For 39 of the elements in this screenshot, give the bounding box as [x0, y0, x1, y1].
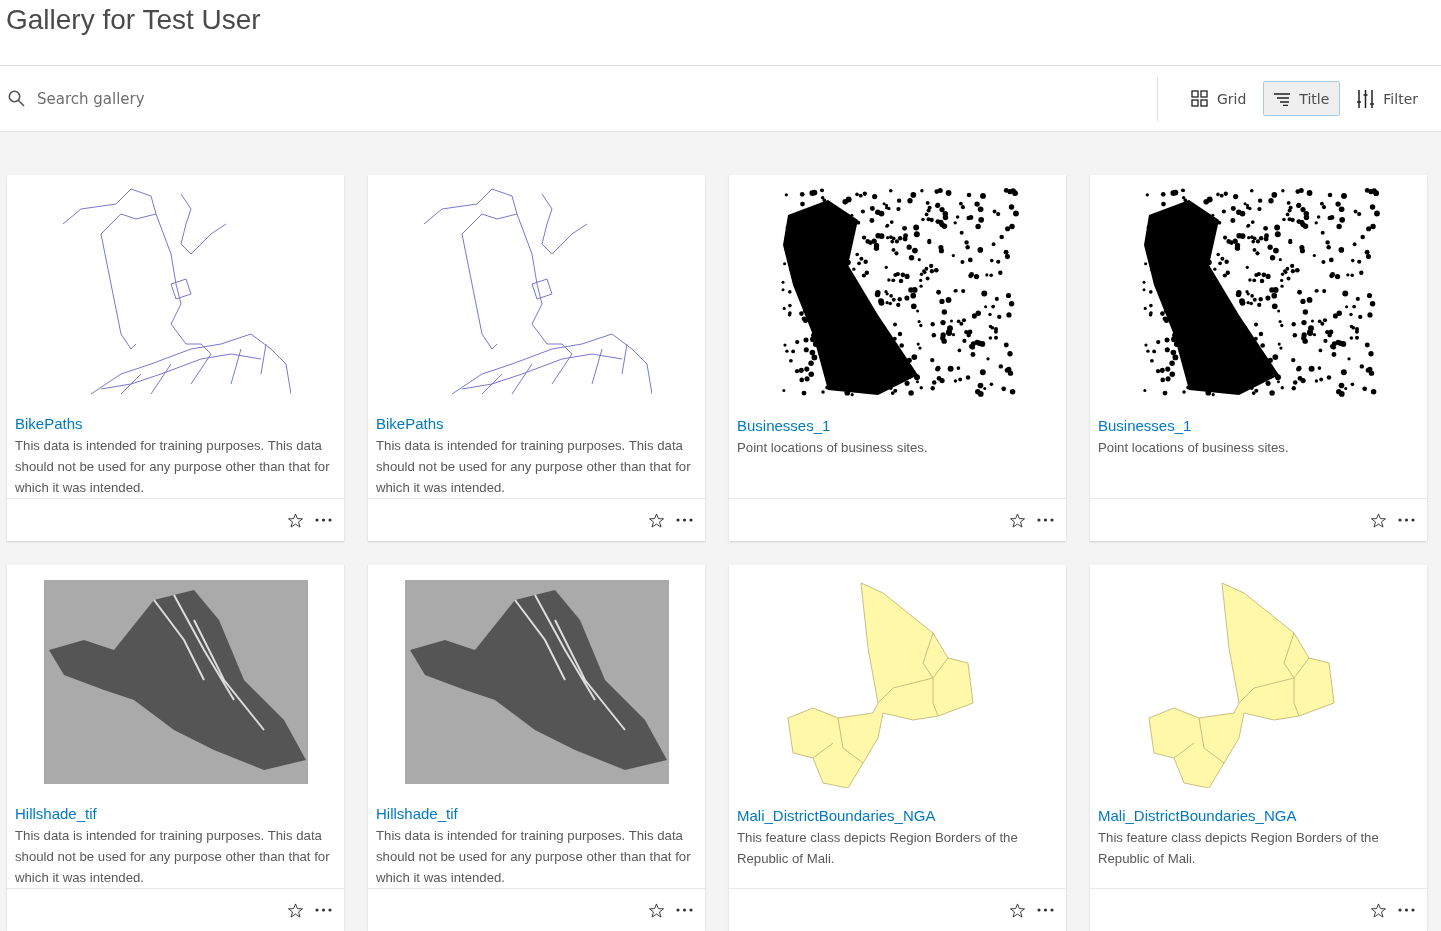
item-title-link[interactable]: BikePaths [376, 415, 444, 433]
more-options-button[interactable] [313, 516, 334, 525]
search-icon [8, 90, 25, 107]
item-description: This feature class depicts Region Borders of the Republic of Mali. [1098, 829, 1380, 868]
item-title-link[interactable]: Hillshade_tif [15, 805, 97, 823]
item-title-link[interactable]: Businesses_1 [1098, 417, 1192, 434]
item-title-link[interactable]: Mali_DistrictBoundaries_NGA [1098, 807, 1297, 824]
favorite-star-button[interactable] [1008, 510, 1027, 530]
item-title-link[interactable]: Businesses_1 [737, 417, 831, 434]
item-description: This data is intended for training purposes. This data should not be used for any purpose other than that for which it was intended. [376, 827, 692, 888]
grid-icon [1190, 90, 1208, 107]
favorite-star-button[interactable] [286, 510, 305, 530]
item-description: This data is intended for training purposes. This data should not be used for any purpose other than that for which it was intended. [376, 437, 692, 498]
item-title-link[interactable]: Mali_DistrictBoundaries_NGA [737, 807, 936, 824]
sort-icon [1274, 91, 1291, 106]
page-title: Gallery for Test User [5, 3, 261, 37]
more-options-button[interactable] [1396, 906, 1417, 914]
favorite-star-button[interactable] [1369, 900, 1388, 920]
more-options-button[interactable] [1035, 906, 1056, 914]
more-options-button[interactable] [1035, 516, 1056, 524]
filter-icon [1357, 89, 1375, 108]
more-options-button[interactable] [674, 516, 695, 525]
search-field[interactable]: Search gallery [35, 88, 339, 109]
more-options-button[interactable] [674, 906, 695, 915]
more-options-button[interactable] [1396, 516, 1417, 524]
item-description: This data is intended for training purposes. This data should not be used for any purpose other than that for which it was intended. [15, 827, 331, 888]
sort-button[interactable]: Title [1263, 81, 1341, 116]
item-title-link[interactable]: Hillshade_tif [376, 805, 458, 823]
item-description: Point locations of business sites. [737, 439, 929, 457]
more-options-button[interactable] [313, 906, 334, 915]
item-description: This feature class depicts Region Borders of the Republic of Mali. [737, 829, 1019, 868]
item-description: This data is intended for training purposes. This data should not be used for any purpose other than that for which it was intended. [15, 437, 331, 498]
favorite-star-button[interactable] [1008, 900, 1027, 920]
item-title-link[interactable]: BikePaths [15, 415, 83, 433]
favorite-star-button[interactable] [286, 900, 305, 920]
item-description: Point locations of business sites. [1098, 439, 1290, 457]
favorite-star-button[interactable] [647, 900, 666, 920]
favorite-star-button[interactable] [1369, 510, 1388, 530]
favorite-star-button[interactable] [647, 510, 666, 530]
